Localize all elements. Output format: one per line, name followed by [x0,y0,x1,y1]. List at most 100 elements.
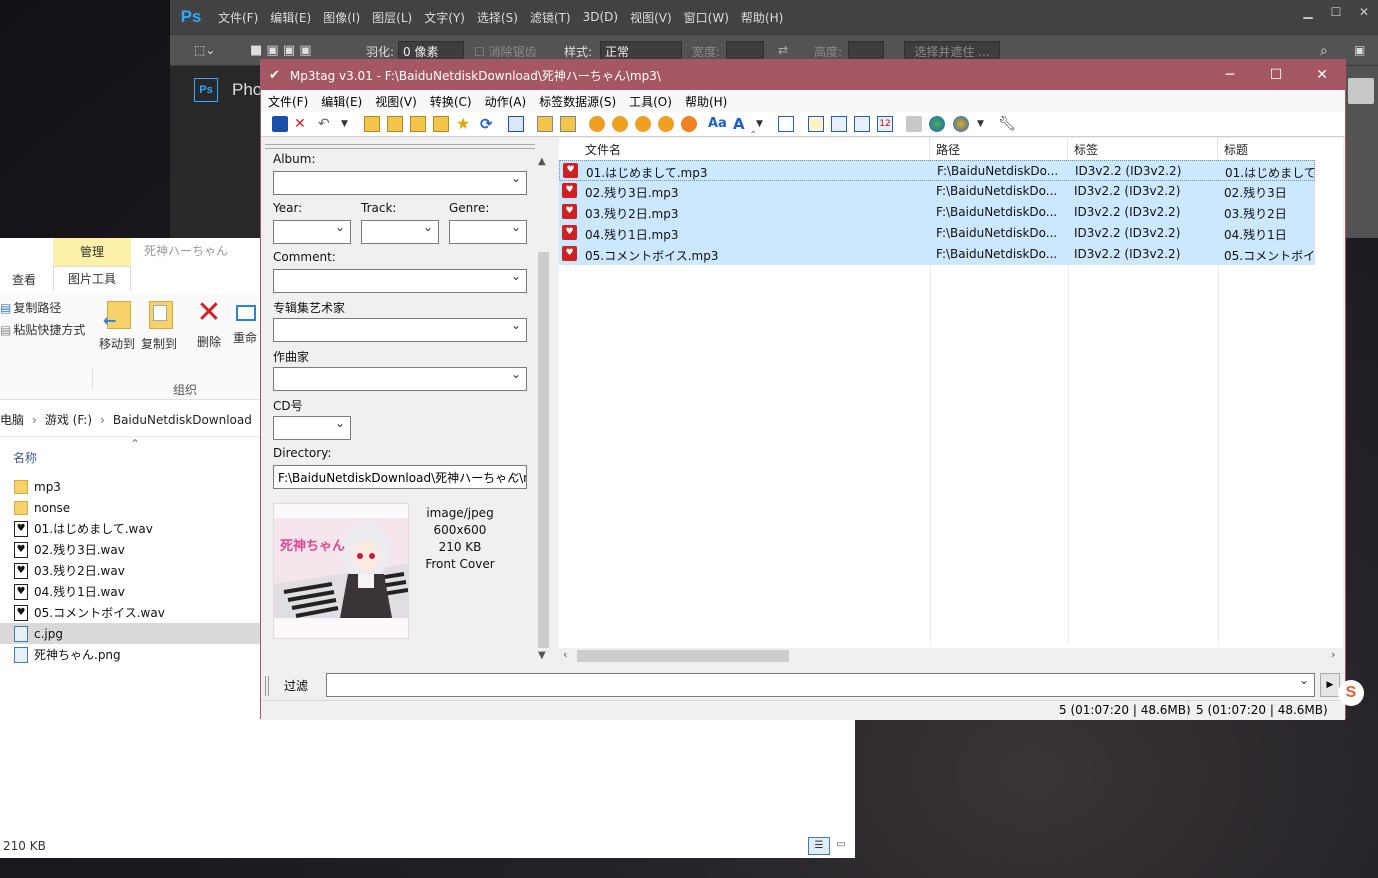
ps-menu-type[interactable]: 文字(Y) [418,9,471,26]
directory-field[interactable]: F:\BaiduNetdiskDownload\死神ハーちゃん\mp3 [273,465,527,489]
width-input[interactable] [726,41,764,61]
list-item[interactable]: ♥ 05.コメントボイス.wav [0,602,260,623]
amazon-icon[interactable] [831,116,847,132]
ime-icon[interactable]: S [1338,680,1364,706]
ps-menu-select[interactable]: 选择(S) [471,9,524,26]
undo-icon[interactable]: ↶ [318,116,334,132]
ps-menu-3d[interactable]: 3D(D) [577,10,624,24]
album-artist-field[interactable] [273,318,527,342]
discogs-icon[interactable] [854,116,870,132]
actions-icon[interactable]: A [733,116,749,132]
freedb-icon[interactable] [808,116,824,132]
menu-help[interactable]: 帮助(H) [678,93,733,110]
comment-field[interactable] [273,269,527,293]
ps-menu-image[interactable]: 图像(I) [317,9,366,26]
scrollbar-thumb[interactable] [577,650,789,662]
menu-edit[interactable]: 编辑(E) [314,93,368,110]
rename-button[interactable]: 重命 [228,297,262,346]
menu-convert[interactable]: 转换(C) [423,93,478,110]
table-row[interactable]: ♥ 02.残り3日.mp3 F:\BaiduNetdiskDo... ID3v2… [559,181,1315,202]
table-row[interactable]: ♥ 01.はじめまして.mp3 F:\BaiduNetdiskDo... ID3… [559,160,1315,181]
breadcrumb-folder[interactable]: BaiduNetdiskDownload [113,413,252,427]
selection-mode-icons[interactable]: ■ ▣ ▣ ▣ [250,43,312,58]
tag-panel-scrollbar[interactable]: ▲ ▼ [536,156,551,664]
menu-tools[interactable]: 工具(O) [622,93,678,110]
cover-art[interactable]: 死神ちゃん [273,503,409,639]
column-header-filename[interactable]: 文件名 [579,138,930,160]
grid-horizontal-scrollbar[interactable]: ‹ › [559,648,1343,664]
antialias-checkbox[interactable]: ☐ 消除锯齿 [474,43,537,60]
chevron-down-icon[interactable]: ▼ [341,116,351,132]
remove-tag-icon[interactable]: ✕ [294,116,310,132]
star-icon[interactable]: ★ [456,116,472,132]
breadcrumb-drive[interactable]: 游戏 (F:) [45,411,92,428]
composer-field[interactable] [273,367,527,391]
feather-input[interactable]: 0 像素 [398,41,464,61]
ps-menu-window[interactable]: 窗口(W) [678,9,735,26]
ps-menu-edit[interactable]: 编辑(E) [264,9,317,26]
album-field[interactable] [273,171,527,195]
track-field[interactable] [361,220,439,244]
case-conversion-icon[interactable]: Aa [708,116,727,132]
ps-menu-view[interactable]: 视图(V) [624,9,678,26]
genre-field[interactable] [449,220,527,244]
maximize-icon[interactable]: ☐ [1253,60,1299,90]
favorites-folder-icon[interactable] [410,116,426,132]
save-icon[interactable] [272,116,288,132]
close-icon[interactable]: ✕ [1299,60,1345,90]
panel-grip[interactable] [265,144,535,149]
extended-tags-icon[interactable] [778,116,794,132]
scroll-down-icon[interactable]: ▼ [538,650,546,661]
ps-menu-filter[interactable]: 滤镜(T) [524,9,577,26]
web-sources-icon[interactable] [929,116,945,132]
minimize-icon[interactable]: ─ [1207,60,1253,90]
filename-tag-icon[interactable] [612,116,628,132]
tag-tag-icon[interactable] [658,116,674,132]
refresh-icon[interactable]: ⟳ [480,116,496,132]
add-dir-icon[interactable] [387,116,403,132]
playlist-icon[interactable] [906,116,922,132]
scroll-left-icon[interactable]: ‹ [563,648,567,661]
list-item[interactable]: ♥ 02.残り3日.wav [0,539,260,560]
table-row[interactable]: ♥ 03.残り2日.mp3 F:\BaiduNetdiskDo... ID3v2… [559,202,1315,223]
settings-wrench-icon[interactable]: 🔧︎ [998,116,1016,132]
tab-view[interactable]: 查看 [12,271,36,288]
ps-menu-file[interactable]: 文件(F) [212,9,264,26]
avatar-icon[interactable] [1348,78,1374,104]
change-dir-icon[interactable] [364,116,380,132]
swap-icon[interactable]: ⇄ [778,43,788,57]
list-item[interactable]: ♥ 04.残り1日.wav [0,581,260,602]
list-item[interactable]: ♥ 01.はじめまして.wav [0,518,260,539]
search-icon[interactable]: ⌕ [1320,43,1328,59]
filter-go-icon[interactable]: ▶ [1320,673,1340,697]
ps-menu-help[interactable]: 帮助(H) [735,9,789,26]
maximize-icon[interactable]: ☐ [1322,0,1350,24]
list-item[interactable]: mp3 [0,476,260,497]
minimize-icon[interactable]: ▁ [1294,0,1322,24]
web-sources-menu-icon[interactable] [953,116,969,132]
list-item[interactable]: ♥ 03.残り2日.wav [0,560,260,581]
column-header-tag[interactable]: 标签 [1068,138,1218,160]
details-view-icon[interactable]: ☰ [808,837,830,855]
chevron-down-icon[interactable]: ▼ [977,116,987,132]
list-item-selected[interactable]: c.jpg [0,623,260,644]
marquee-tool-icon[interactable]: ⬚⌄ [194,43,215,57]
menu-tag-sources[interactable]: 标签数据源(S) [532,93,622,110]
close-icon[interactable]: ✕ [1350,0,1378,24]
list-item[interactable]: nonse [0,497,260,518]
tab-picture-tools[interactable]: 图片工具 [53,266,131,291]
paste-shortcut-button[interactable]: ▤ 粘贴快捷方式 [0,321,85,338]
tag-panel-icon[interactable] [508,116,524,132]
tag-filename-icon[interactable] [589,116,605,132]
style-select[interactable]: 正常 [600,41,682,61]
chevron-down-icon[interactable]: ▼ [756,116,766,132]
height-input[interactable] [848,41,884,61]
copy-to-button[interactable]: 复制到 [138,297,180,352]
menu-actions[interactable]: 动作(A) [478,93,533,110]
text-tag-icon[interactable] [635,116,651,132]
table-row[interactable]: ♥ 05.コメントボイス.mp3 F:\BaiduNetdiskDo... ID… [559,244,1315,265]
scroll-right-icon[interactable]: › [1331,648,1335,661]
workspace-icon[interactable]: ▣ [1354,43,1365,57]
scroll-up-icon[interactable]: ▲ [538,156,546,167]
column-header-path[interactable]: 路径 [930,138,1068,160]
